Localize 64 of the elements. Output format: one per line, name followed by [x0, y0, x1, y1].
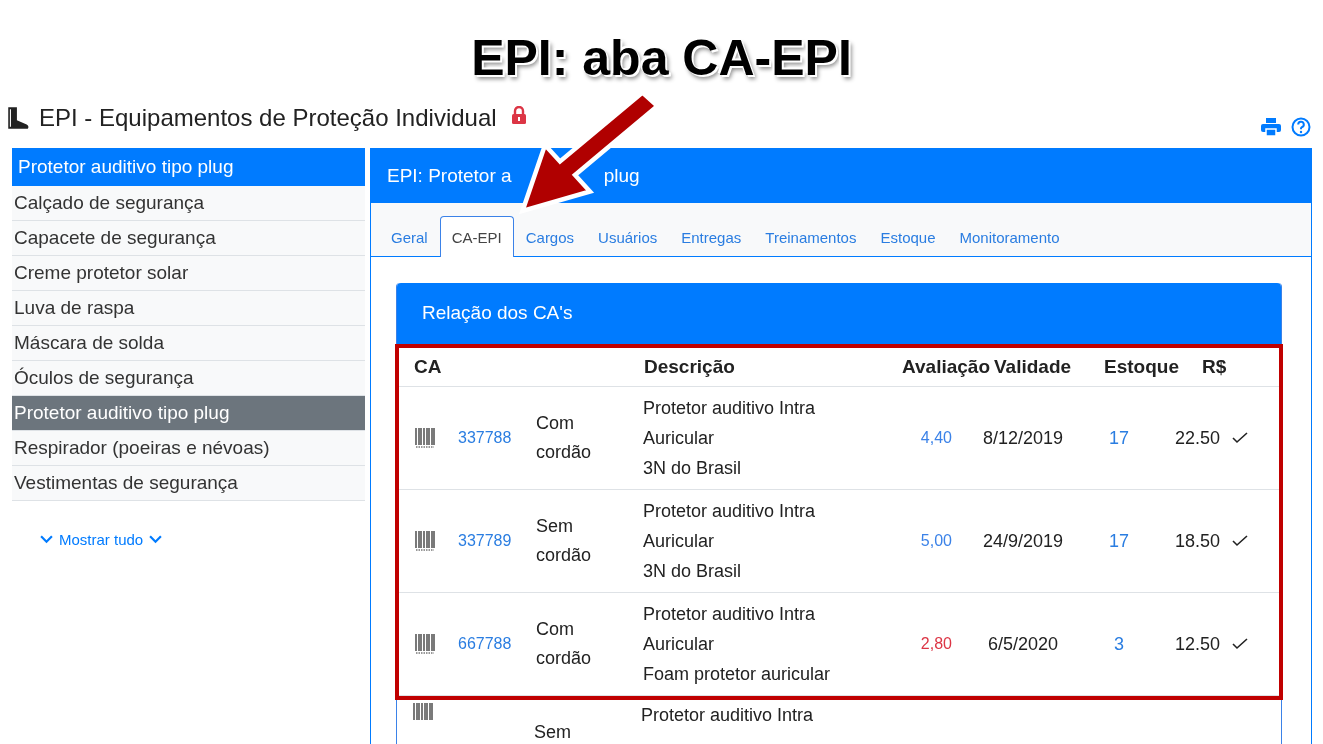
- barcode-icon: [414, 633, 436, 655]
- barcode-icon: [414, 427, 436, 449]
- table-cell: 18.50: [1174, 530, 1220, 552]
- sidebar-item[interactable]: Luva de raspa: [12, 291, 365, 326]
- sidebar-item[interactable]: Vestimentas de segurança: [12, 466, 365, 501]
- table-cell: 24/9/2019: [982, 530, 1064, 552]
- ca-link[interactable]: 337789: [458, 532, 536, 550]
- boot-icon: [5, 105, 31, 131]
- column-header: CA: [414, 356, 443, 378]
- chevron-down-icon: [149, 535, 163, 544]
- page-title: EPI - Equipamentos de Proteção Individual: [39, 104, 497, 132]
- rating-value: 4,40: [920, 429, 953, 447]
- stock-link[interactable]: 17: [1109, 530, 1129, 552]
- column-header: Avaliação: [902, 356, 991, 378]
- barcode-icon: [414, 530, 436, 552]
- table-cell: 12.50: [1174, 633, 1220, 655]
- table-cell-text: Sem cordão: [536, 515, 593, 567]
- table-cell: 22.50: [1174, 427, 1220, 449]
- manufacturer-text: 3N do Brasil: [643, 560, 742, 583]
- sidebar-item[interactable]: Óculos de segurança: [12, 361, 365, 396]
- ca-link[interactable]: 337788: [458, 429, 536, 447]
- manufacturer-text: Foam protetor auricular: [643, 663, 831, 686]
- ca-link[interactable]: 667788: [458, 635, 536, 653]
- sidebar-heading: Protetor auditivo tipo plug: [12, 148, 365, 186]
- stock-link[interactable]: 17: [1109, 427, 1129, 449]
- column-header: R$: [1202, 356, 1228, 378]
- stock-link[interactable]: 3: [1114, 633, 1124, 655]
- panel-title: EPI: Protetor a: [387, 165, 512, 186]
- tab[interactable]: Estoque: [868, 216, 948, 256]
- tab[interactable]: Geral: [379, 216, 440, 256]
- table-cell-text: Sem: [534, 721, 572, 744]
- description-text: Protetor auditivo Intra Auricular: [643, 397, 817, 450]
- sidebar-item[interactable]: Capacete de segurança: [12, 221, 365, 256]
- tab[interactable]: Treinamentos: [753, 216, 869, 256]
- table-cell-text: Com cordão: [536, 412, 593, 464]
- column-header: Validade: [994, 356, 1073, 378]
- print-icon[interactable]: [1261, 118, 1281, 136]
- tab[interactable]: Monitoramento: [947, 216, 1072, 256]
- sidebar-item[interactable]: Máscara de solda: [12, 326, 365, 361]
- table-cell: 8/12/2019: [982, 427, 1064, 449]
- tab[interactable]: Usuários: [586, 216, 670, 256]
- description-text: Protetor auditivo Intra: [641, 704, 814, 727]
- tab[interactable]: Entregas: [669, 216, 754, 256]
- description-text: Protetor auditivo Intra Auricular: [643, 500, 817, 553]
- show-all-link[interactable]: Mostrar tudo: [40, 531, 163, 548]
- tab[interactable]: CA-EPI: [439, 216, 514, 257]
- rating-value: 5,00: [920, 532, 953, 550]
- help-icon[interactable]: [1291, 117, 1311, 137]
- card-header: Relação dos CA's: [397, 283, 1281, 344]
- chevron-down-icon: [40, 535, 53, 544]
- table-cell: 6/5/2020: [987, 633, 1059, 655]
- sidebar-item[interactable]: Calçado de segurança: [12, 186, 365, 221]
- column-header: Descrição: [644, 356, 736, 378]
- sidebar-item[interactable]: Creme protetor solar: [12, 256, 365, 291]
- annotation-title: EPI: aba CA-EPI: [471, 29, 852, 87]
- sidebar-item[interactable]: Respirador (poeiras e névoas): [12, 431, 365, 466]
- sidebar-item[interactable]: Protetor auditivo tipo plug: [12, 396, 365, 431]
- manufacturer-text: 3N do Brasil: [643, 457, 742, 480]
- description-text: Protetor auditivo Intra Auricular: [643, 603, 817, 656]
- tab[interactable]: Cargos: [513, 216, 587, 256]
- column-header: Estoque: [1104, 356, 1180, 378]
- panel-title: plug: [603, 165, 640, 186]
- table-cell-text: Com cordão: [536, 618, 593, 670]
- rating-value: 2,80: [920, 635, 953, 653]
